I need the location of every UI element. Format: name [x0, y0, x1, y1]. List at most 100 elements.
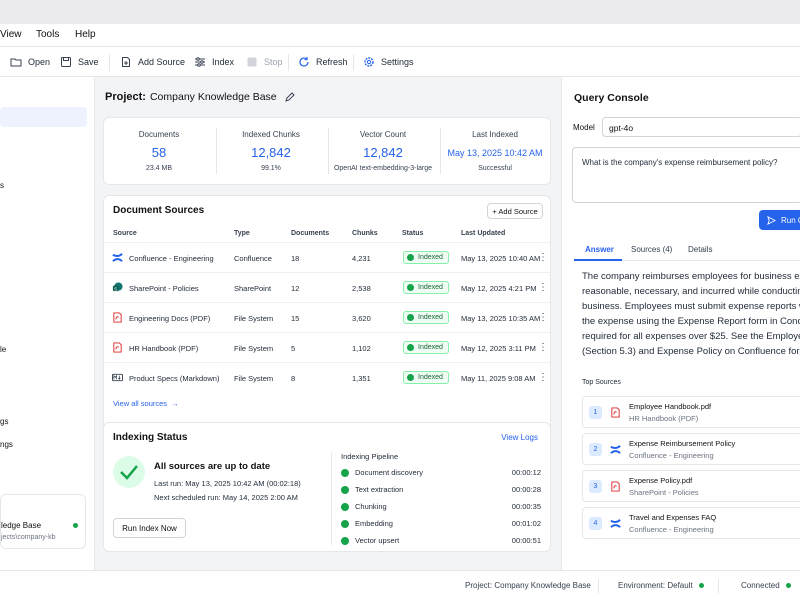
last-run-text: Last run: May 13, 2025 10:42 AM (00:02:1…	[154, 479, 301, 488]
tab-sources[interactable]: Sources (4)	[631, 245, 672, 254]
source-title: Employee Handbook.pdf	[629, 402, 712, 411]
status-bar: Project: Company Knowledge Base Environm…	[0, 570, 800, 600]
toolbar-divider	[288, 54, 289, 71]
tab-answer[interactable]: Answer	[585, 245, 614, 254]
stop-button[interactable]: Stop	[246, 56, 283, 68]
environment-status-dot	[698, 583, 704, 589]
status-badge: Indexed	[403, 251, 449, 264]
refresh-button[interactable]: Refresh	[298, 56, 348, 68]
connection-label: Connected	[741, 581, 780, 590]
add-document-icon	[122, 57, 130, 67]
step-name: Document discovery	[355, 468, 423, 477]
open-button[interactable]: Open	[10, 56, 50, 68]
menu-help[interactable]: Help	[75, 29, 96, 40]
view-logs-link[interactable]: View Logs	[501, 433, 538, 442]
pdf-icon	[611, 481, 620, 492]
step-duration: 00:00:35	[511, 502, 541, 511]
more-options-icon[interactable]: ⋮	[538, 252, 548, 263]
question-input[interactable]: What is the company's expense reimbursem…	[572, 147, 800, 203]
source-origin: Confluence - Engineering	[629, 525, 714, 534]
stat-vector-count: Vector Count 12,842 OpenAI text-embeddin…	[328, 118, 438, 184]
table-row[interactable]: Product Specs (Markdown) File System 8 1…	[104, 362, 550, 392]
menu-tools[interactable]: Tools	[36, 29, 59, 40]
save-button[interactable]: Save	[60, 56, 99, 68]
more-options-icon[interactable]: ⋮	[538, 312, 548, 323]
step-duration: 00:00:12	[511, 468, 541, 477]
sliders-icon	[195, 57, 205, 67]
pipeline-step: Chunking 00:00:35	[341, 501, 541, 515]
source-documents: 18	[291, 254, 300, 263]
source-updated: May 12, 2025 3:11 PM	[461, 344, 536, 353]
more-options-icon[interactable]: ⋮	[538, 342, 548, 353]
toolbar: Open Save Add Source Index Stop Refresh …	[0, 46, 800, 77]
stat-documents: Documents 58 23.4 MB	[104, 118, 214, 184]
status-connection: Connected	[741, 581, 791, 590]
source-card[interactable]: 4 Travel and Expenses FAQ Confluence - E…	[582, 507, 800, 539]
settings-label: Settings	[381, 57, 414, 67]
sidebar-item-active[interactable]	[0, 107, 87, 127]
add-source-card-button[interactable]: + Add Source	[487, 203, 543, 219]
source-card[interactable]: 3 Expense Policy.pdf SharePoint - Polici…	[582, 470, 800, 502]
more-options-icon[interactable]: ⋮	[538, 282, 548, 293]
source-type: File System	[234, 314, 274, 323]
view-all-sources-link[interactable]: View all sources →	[113, 399, 179, 408]
tab-details[interactable]: Details	[688, 245, 712, 254]
stat-sub: 99.1%	[261, 165, 281, 172]
edit-icon[interactable]	[284, 92, 295, 102]
model-select[interactable]: gpt-4o	[602, 117, 800, 137]
status-divider	[718, 579, 719, 593]
indexing-title: Indexing Status	[113, 432, 188, 443]
stat-sub: OpenAI text-embedding-3-large	[333, 165, 433, 172]
source-type: File System	[234, 374, 274, 383]
stop-icon	[247, 57, 257, 67]
question-text: What is the company's expense reimbursem…	[582, 158, 778, 167]
stats-card: Documents 58 23.4 MB Indexed Chunks 12,8…	[103, 117, 551, 185]
add-source-button[interactable]: Add Source	[120, 56, 185, 68]
source-name: SharePoint - Policies	[129, 284, 199, 293]
status-badge: Indexed	[403, 281, 449, 294]
step-name: Embedding	[355, 519, 393, 528]
index-label: Index	[212, 57, 235, 67]
source-updated: May 12, 2025 4:21 PM	[461, 284, 537, 293]
confluence-icon	[112, 253, 123, 262]
table-row[interactable]: Confluence - Engineering Confluence 18 4…	[104, 242, 550, 272]
table-row[interactable]: HR Handbook (PDF) File System 5 1,102 In…	[104, 332, 550, 362]
sidebar: s le gs ngs ledge Base jects\company-kb	[0, 77, 95, 570]
menu-bar: View Tools Help	[0, 24, 800, 46]
success-icon	[113, 456, 145, 488]
source-chunks: 4,231	[352, 254, 371, 263]
table-row[interactable]: Engineering Docs (PDF) File System 15 3,…	[104, 302, 550, 332]
index-button[interactable]: Index	[194, 56, 234, 68]
project-card-name: ledge Base	[1, 521, 42, 530]
menu-view[interactable]: View	[0, 29, 22, 40]
run-index-now-button[interactable]: Run Index Now	[113, 518, 186, 538]
more-options-icon[interactable]: ⋮	[538, 372, 548, 383]
result-tabs: Answer Sources (4) Details	[574, 239, 800, 261]
current-project-card[interactable]: ledge Base jects\company-kb	[0, 494, 86, 549]
source-title: Expense Reimbursement Policy	[629, 439, 736, 448]
connection-status-dot	[785, 583, 791, 589]
source-card[interactable]: 2 Expense Reimbursement Policy Confluenc…	[582, 433, 800, 465]
gear-icon	[364, 57, 374, 67]
settings-button[interactable]: Settings	[363, 56, 414, 68]
sidebar-item-label[interactable]: le	[0, 345, 6, 354]
source-chunks: 1,351	[352, 374, 371, 383]
source-name: Confluence - Engineering	[129, 254, 214, 263]
save-icon	[61, 57, 71, 67]
stat-value: 12,842	[251, 145, 291, 160]
table-row[interactable]: S SharePoint - Policies SharePoint 12 2,…	[104, 272, 550, 302]
step-duration: 00:01:02	[511, 519, 541, 528]
source-card[interactable]: 1 Employee Handbook.pdf HR Handbook (PDF…	[582, 396, 800, 428]
status-project: Project: Company Knowledge Base	[465, 581, 591, 590]
status-environment: Environment: Default	[618, 581, 704, 590]
sidebar-item-label[interactable]: ngs	[0, 440, 13, 449]
source-title: Expense Policy.pdf	[629, 476, 693, 485]
model-value: gpt-4o	[609, 123, 634, 133]
sidebar-item-label[interactable]: gs	[0, 417, 8, 426]
confluence-icon	[610, 445, 621, 454]
query-console-title: Query Console	[574, 92, 649, 104]
sidebar-item-label[interactable]: s	[0, 181, 4, 190]
run-query-button[interactable]: Run Q	[759, 210, 800, 230]
active-tab-indicator	[574, 259, 622, 261]
step-name: Vector upsert	[355, 536, 400, 545]
